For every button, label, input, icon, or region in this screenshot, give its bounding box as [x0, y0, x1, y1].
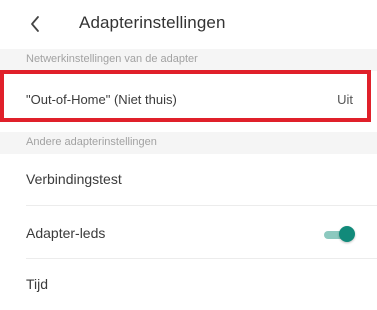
- adapter-leds-label: Adapter-leds: [26, 225, 106, 241]
- section-header-network: Netwerkinstellingen van de adapter: [0, 49, 377, 71]
- adapter-leds-setting[interactable]: Adapter-leds: [0, 211, 377, 259]
- section-header-network-label: Netwerkinstellingen van de adapter: [26, 53, 198, 65]
- chevron-left-icon: [31, 16, 39, 32]
- out-of-home-label: "Out-of-Home" (Niet thuis): [26, 92, 177, 107]
- adapter-leds-toggle[interactable]: [324, 226, 355, 242]
- app-header: Adapterinstellingen: [0, 0, 377, 48]
- section-header-other: Andere adapterinstellingen: [0, 132, 377, 154]
- divider: [26, 205, 377, 206]
- page-title: Adapterinstellingen: [79, 13, 226, 32]
- out-of-home-setting[interactable]: "Out-of-Home" (Niet thuis) Uit: [0, 72, 377, 128]
- divider: [26, 258, 377, 259]
- toggle-thumb: [339, 226, 355, 242]
- out-of-home-value: Uit: [337, 92, 353, 107]
- time-label: Tijd: [26, 276, 49, 292]
- connection-test-label: Verbindingstest: [26, 171, 122, 187]
- section-header-other-label: Andere adapterinstellingen: [26, 136, 157, 148]
- time-setting[interactable]: Tijd: [0, 262, 377, 310]
- connection-test-item[interactable]: Verbindingstest: [0, 157, 377, 205]
- back-button[interactable]: [22, 10, 48, 38]
